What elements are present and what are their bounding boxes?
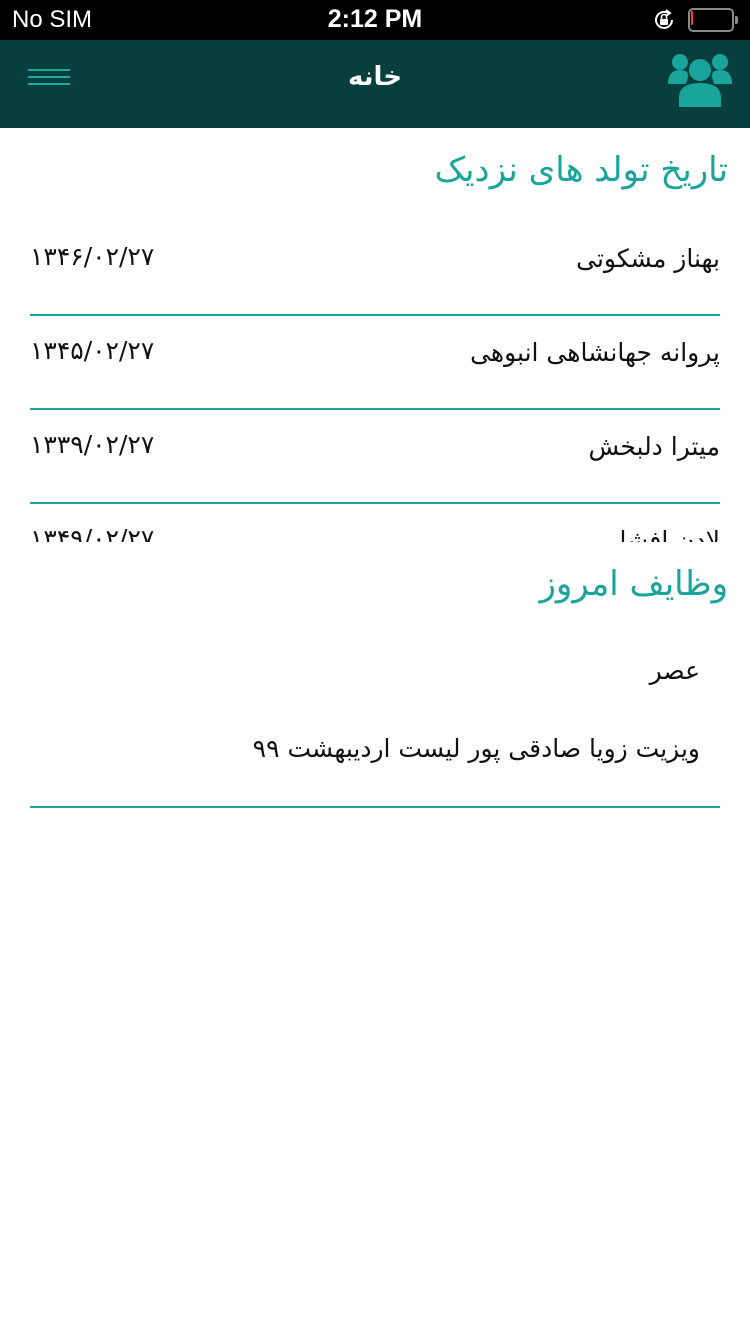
birthday-name: لادن افشار — [607, 526, 720, 542]
task-text: ویزیت زویا صادقی پور لیست اردیبهشت ۹۹ — [252, 734, 700, 763]
birthday-row[interactable]: میترا دلبخش ۱۳۳۹/۰۲/۲۷ — [30, 410, 720, 504]
birthday-date: ۱۳۴۶/۰۲/۲۷ — [30, 242, 155, 271]
page-title: خانه — [347, 62, 403, 92]
task-time: عصر — [649, 656, 700, 685]
app-header: خانه — [0, 40, 750, 128]
task-list: عصر ویزیت زویا صادقی پور لیست اردیبهشت ۹… — [30, 640, 720, 808]
tasks-section-title: وظایف امروز — [539, 564, 728, 604]
birthday-row[interactable]: پروانه جهانشاهی انبوهی ۱۳۴۵/۰۲/۲۷ — [30, 316, 720, 410]
birthday-date: ۱۳۳۹/۰۲/۲۷ — [30, 430, 155, 459]
birthday-list[interactable]: بهناز مشکوتی ۱۳۴۶/۰۲/۲۷ پروانه جهانشاهی … — [30, 222, 720, 542]
birthday-date: ۱۳۴۹/۰۲/۲۷ — [30, 524, 155, 542]
birthday-row[interactable]: لادن افشار ۱۳۴۹/۰۲/۲۷ — [30, 504, 720, 542]
battery-level-fill — [691, 11, 693, 25]
task-item[interactable]: عصر ویزیت زویا صادقی پور لیست اردیبهشت ۹… — [30, 640, 720, 808]
birthday-name: میترا دلبخش — [588, 432, 720, 461]
users-group-icon[interactable] — [668, 50, 732, 110]
birthday-row[interactable]: بهناز مشکوتی ۱۳۴۶/۰۲/۲۷ — [30, 222, 720, 316]
status-time: 2:12 PM — [327, 5, 423, 33]
birthdays-section-title: تاریخ تولد های نزدیک — [434, 150, 728, 190]
status-icons — [652, 8, 738, 32]
birthday-name: پروانه جهانشاهی انبوهی — [470, 338, 720, 367]
status-bar: No SIM 2:12 PM — [0, 0, 750, 40]
birthday-name: بهناز مشکوتی — [576, 244, 720, 273]
birthday-date: ۱۳۴۵/۰۲/۲۷ — [30, 336, 155, 365]
orientation-lock-icon — [655, 9, 673, 29]
battery-icon — [688, 8, 738, 32]
